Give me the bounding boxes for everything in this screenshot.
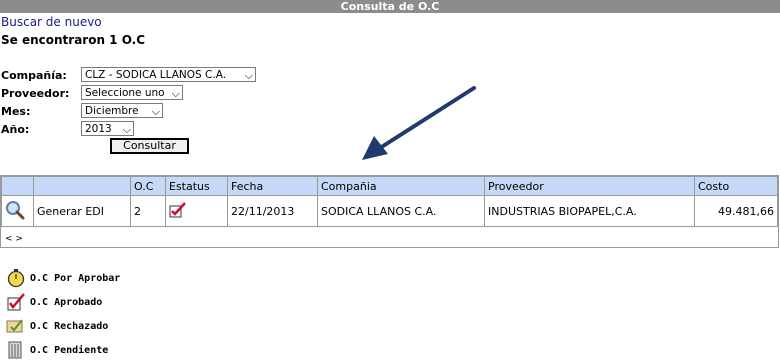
col-header-estatus[interactable]: Estatus — [165, 176, 228, 196]
pointer-arrow-icon — [362, 86, 476, 160]
chevron-down-icon: ⌵ — [151, 105, 160, 118]
legend-label: O.C Por Aprobar — [30, 272, 121, 284]
status-cell — [165, 195, 228, 227]
col-header-icon — [1, 176, 34, 196]
pending-icon — [8, 341, 22, 359]
company-label: Compañía: — [1, 69, 67, 82]
legend-label: O.C Rechazado — [30, 320, 109, 332]
window-title: Consulta de O.C — [0, 0, 780, 13]
results-grid: O.C Estatus Fecha Compañia Proveedor Cos… — [0, 175, 779, 248]
legend-label: O.C Aprobado — [30, 296, 103, 308]
search-again-link[interactable]: Buscar de nuevo — [1, 15, 102, 29]
proveedor-cell: INDUSTRIAS BIOPAPEL,C.A. — [484, 195, 695, 227]
provider-select-value: Seleccione uno — [85, 87, 165, 99]
rejected-icon — [6, 319, 23, 333]
col-header-costo[interactable]: Costo — [694, 176, 778, 196]
col-header-compania[interactable]: Compañia — [317, 176, 485, 196]
view-cell[interactable] — [1, 195, 34, 227]
stopwatch-icon — [7, 269, 25, 288]
col-header-action — [33, 176, 131, 196]
approved-icon — [169, 201, 186, 217]
month-select-value: Diciembre — [85, 105, 139, 117]
company-select[interactable]: CLZ - SODICA LLANOS C.A. ⌵ — [81, 67, 256, 82]
consultar-button[interactable]: Consultar — [110, 138, 189, 154]
provider-label: Proveedor: — [1, 87, 70, 100]
year-label: Año: — [1, 123, 30, 136]
chevron-down-icon: ⌵ — [122, 123, 131, 136]
approved-icon — [7, 293, 25, 311]
results-count: Se encontraron 1 O.C — [1, 33, 146, 47]
generate-edi-cell[interactable]: Generar EDI — [33, 195, 131, 227]
pager[interactable]: < > — [5, 234, 23, 244]
year-select-value: 2013 — [85, 123, 112, 135]
fecha-cell: 22/11/2013 — [227, 195, 318, 227]
costo-cell: 49.481,66 — [694, 195, 778, 227]
year-select[interactable]: 2013 ⌵ — [81, 121, 134, 136]
month-select[interactable]: Diciembre ⌵ — [81, 103, 163, 118]
col-header-fecha[interactable]: Fecha — [227, 176, 318, 196]
col-header-oc[interactable]: O.C — [130, 176, 166, 196]
legend-item-rechazado: O.C Rechazado — [6, 316, 108, 336]
month-label: Mes: — [1, 105, 31, 118]
legend-label: O.C Pendiente — [30, 344, 109, 356]
legend-item-por-aprobar: O.C Por Aprobar — [6, 268, 120, 288]
chevron-down-icon: ⌵ — [171, 87, 180, 100]
table-row: Generar EDI 2 22/11/2013 SODICA LLANOS C… — [1, 195, 778, 227]
compania-cell: SODICA LLANOS C.A. — [317, 195, 485, 227]
legend-item-pendiente: O.C Pendiente — [6, 340, 108, 360]
company-select-value: CLZ - SODICA LLANOS C.A. — [85, 69, 227, 81]
provider-select[interactable]: Seleccione uno ⌵ — [81, 85, 183, 100]
magnifier-icon[interactable] — [5, 200, 25, 220]
col-header-proveedor[interactable]: Proveedor — [484, 176, 695, 196]
chevron-down-icon: ⌵ — [244, 69, 253, 82]
legend-item-aprobado: O.C Aprobado — [6, 292, 102, 312]
oc-cell: 2 — [130, 195, 166, 227]
